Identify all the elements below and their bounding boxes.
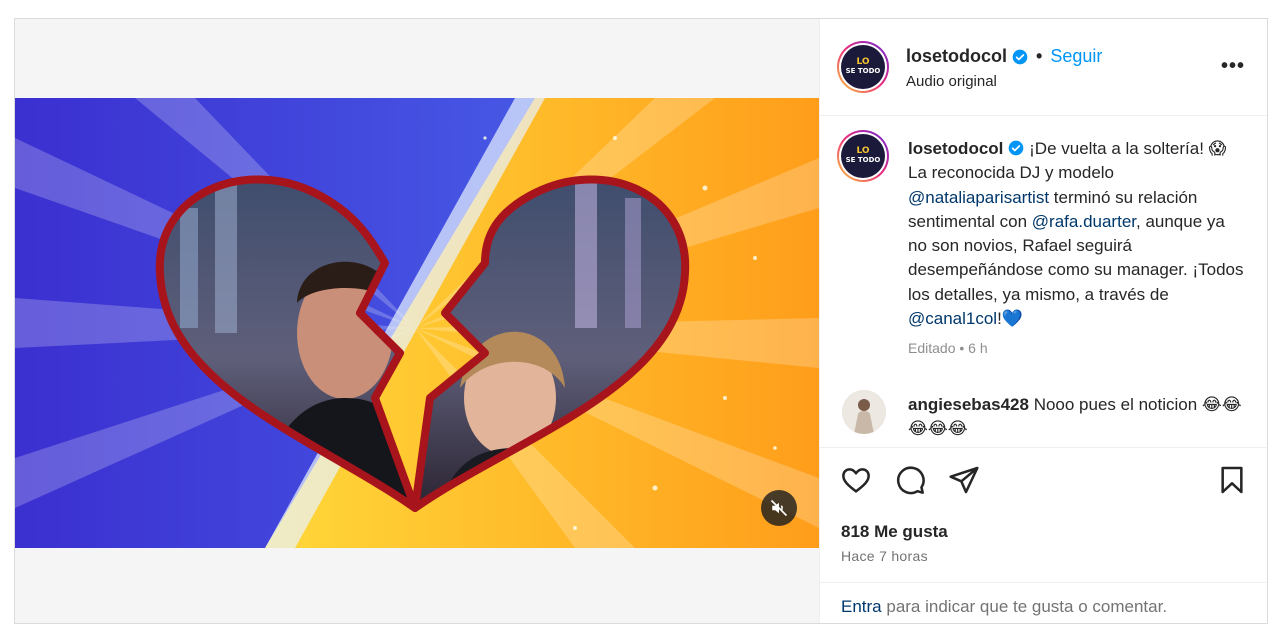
commenter-avatar[interactable] bbox=[842, 390, 886, 434]
comment-item: angiesebas428 Nooo pues el noticion 😂😂😂😂… bbox=[908, 393, 1248, 441]
more-options-icon[interactable]: ••• bbox=[1221, 55, 1245, 78]
mention-rafa-duarter[interactable]: @rafa.duarter bbox=[1032, 212, 1136, 231]
save-bookmark-icon[interactable] bbox=[1216, 464, 1248, 496]
post-actions: 818 Me gusta Hace 7 horas bbox=[820, 447, 1266, 603]
post-dialog: LO SE TODO losetodocol • Seguir Audio ori… bbox=[14, 18, 1268, 624]
video-frame bbox=[15, 98, 819, 548]
post-header: LO SE TODO losetodocol • Seguir Audio ori… bbox=[820, 19, 1267, 116]
caption-text-4: !💙 bbox=[997, 309, 1023, 329]
post-caption: losetodocol ¡De vuelta a la soltería! 😱 … bbox=[908, 137, 1244, 331]
comments-section: LO SE TODO losetodocol ¡De vuelta a la so… bbox=[820, 117, 1266, 447]
verified-badge-icon bbox=[1008, 140, 1024, 156]
add-comment-bar: Entra para indicar que te gusta o coment… bbox=[820, 582, 1266, 623]
comment-bubble-icon[interactable] bbox=[894, 464, 926, 496]
follow-button[interactable]: Seguir bbox=[1050, 46, 1102, 67]
login-prompt-text: para indicar que te gusta o comentar. bbox=[881, 597, 1168, 616]
author-username[interactable]: losetodocol bbox=[906, 46, 1007, 67]
author-avatar[interactable]: LO SE TODO bbox=[837, 41, 889, 93]
caption-username[interactable]: losetodocol bbox=[908, 139, 1003, 158]
login-link[interactable]: Entra bbox=[841, 597, 882, 616]
separator-dot: • bbox=[1036, 46, 1043, 66]
share-send-icon[interactable] bbox=[948, 464, 980, 496]
author-row: losetodocol • Seguir bbox=[906, 46, 1102, 67]
post-video[interactable] bbox=[15, 98, 819, 548]
post-side-panel: LO SE TODO losetodocol • Seguir Audio ori… bbox=[819, 19, 1267, 623]
audio-link[interactable]: Audio original bbox=[906, 73, 997, 90]
mute-toggle-button[interactable] bbox=[761, 490, 797, 526]
likes-count[interactable]: 818 Me gusta bbox=[841, 522, 948, 542]
muted-speaker-icon bbox=[770, 499, 788, 517]
verified-badge-icon bbox=[1012, 49, 1028, 65]
caption-author-avatar[interactable]: LO SE TODO bbox=[837, 130, 889, 182]
mention-nataliaparisartist[interactable]: @nataliaparisartist bbox=[908, 188, 1049, 207]
login-prompt: Entra para indicar que te gusta o coment… bbox=[841, 597, 1167, 617]
post-timestamp[interactable]: Hace 7 horas bbox=[841, 548, 928, 564]
mention-canal1col[interactable]: @canal1col bbox=[908, 309, 997, 328]
like-heart-icon[interactable] bbox=[840, 464, 872, 496]
caption-meta: Editado • 6 h bbox=[908, 340, 988, 356]
media-panel bbox=[15, 19, 819, 623]
comment-username[interactable]: angiesebas428 bbox=[908, 395, 1029, 414]
